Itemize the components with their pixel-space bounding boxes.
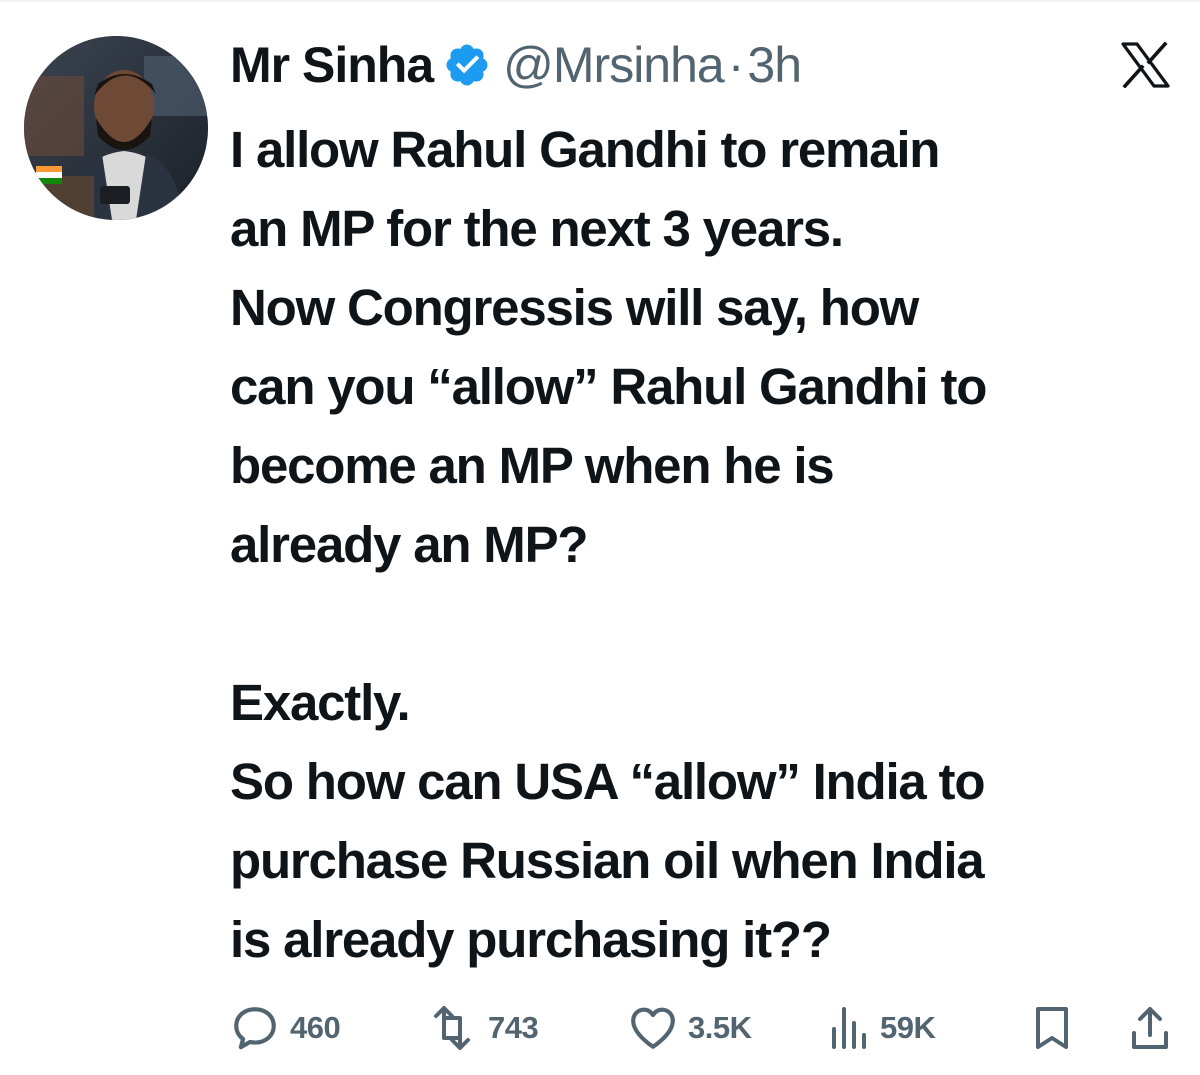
tweet-actions-bar: 460 743 3.5K 59K (230, 1000, 1170, 1056)
repost-button[interactable]: 743 (426, 1000, 539, 1056)
share-icon (1132, 1007, 1168, 1049)
share-button[interactable] (1130, 1000, 1170, 1056)
tweet-text-line: an MP for the next 3 years. (230, 200, 844, 257)
avatar[interactable] (24, 36, 208, 220)
reply-icon (234, 1007, 276, 1050)
like-button[interactable]: 3.5K (628, 1000, 752, 1056)
bookmark-icon (1036, 1007, 1068, 1049)
repost-icon (434, 1006, 470, 1050)
tweet-text-line: So how can USA “allow” India to (230, 753, 985, 810)
like-count: 3.5K (688, 1010, 752, 1045)
tweet-text-line: is already purchasing it?? (230, 911, 832, 968)
tweet-text-line: I allow Rahul Gandhi to remain (230, 121, 940, 178)
avatar-image (24, 36, 208, 220)
tweet-timestamp[interactable]: 3h (747, 36, 802, 94)
top-divider (0, 0, 1200, 2)
x-logo-icon[interactable] (1120, 41, 1170, 89)
heart-icon (631, 1007, 675, 1049)
header-separator: · (727, 37, 745, 93)
reply-count: 460 (290, 1010, 341, 1045)
tweet-text-line: already an MP? (230, 516, 589, 573)
author-display-name[interactable]: Mr Sinha (230, 36, 434, 94)
verified-badge-icon (443, 41, 491, 89)
views-button[interactable]: 59K (830, 1000, 936, 1056)
tweet-text-line: Exactly. (230, 674, 411, 731)
views-count: 59K (880, 1010, 936, 1045)
tweet-text-line: Now Congressis will say, how (230, 279, 919, 336)
tweet-header: Mr Sinha @Mrsinha · 3h (230, 34, 802, 96)
tweet-text-line: become an MP when he is (230, 437, 835, 494)
views-chart-icon (832, 1007, 866, 1049)
tweet-text-line: can you “allow” Rahul Gandhi to (230, 358, 987, 415)
repost-count: 743 (488, 1010, 539, 1045)
reply-button[interactable]: 460 (230, 1000, 341, 1056)
tweet-body: I allow Rahul Gandhi to remain an MP for… (230, 110, 1180, 979)
author-handle[interactable]: @Mrsinha (503, 36, 725, 94)
tweet-text-line: purchase Russian oil when India (230, 832, 985, 889)
bookmark-button[interactable] (1032, 1000, 1072, 1056)
